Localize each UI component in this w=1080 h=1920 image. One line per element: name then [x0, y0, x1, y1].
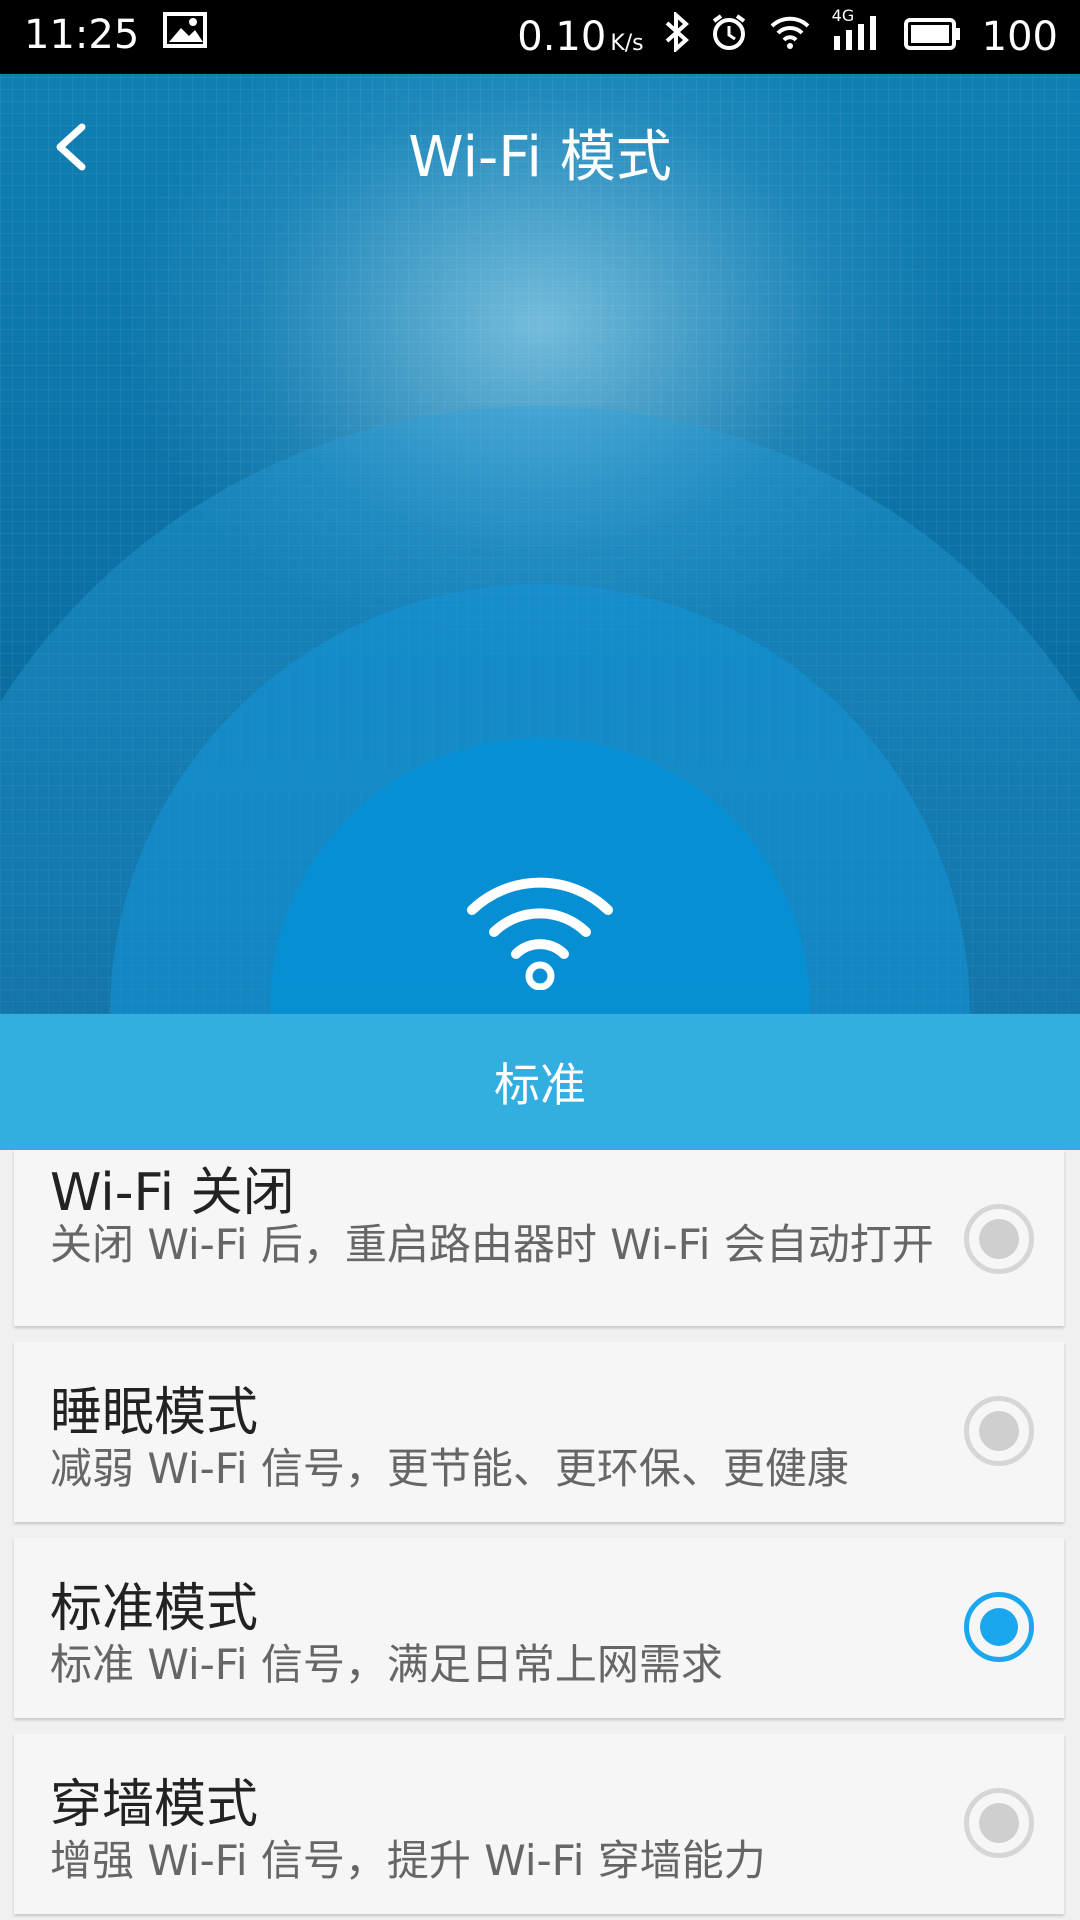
mode-title: 睡眠模式: [50, 1383, 259, 1443]
net-speed-value: 0.10: [517, 14, 607, 60]
wifi-status-icon: [768, 14, 812, 60]
mode-option-standard[interactable]: 标准模式 标准 Wi-Fi 信号，满足日常上网需求: [14, 1538, 1064, 1718]
mode-description: 增强 Wi-Fi 信号，提升 Wi-Fi 穿墙能力: [50, 1836, 766, 1885]
radio-button[interactable]: [964, 1204, 1034, 1274]
radio-button-selected[interactable]: [964, 1592, 1034, 1662]
radio-dot: [979, 1411, 1019, 1451]
mode-description: 关闭 Wi-Fi 后，重启路由器时 Wi-Fi 会自动打开: [50, 1220, 934, 1269]
hero-panel: Wi-Fi 模式: [0, 74, 1080, 1014]
current-mode-banner: 标准: [0, 1014, 1080, 1150]
wifi-icon: [464, 870, 616, 1014]
mode-option-wall-penetration[interactable]: 穿墙模式 增强 Wi-Fi 信号，提升 Wi-Fi 穿墙能力: [14, 1734, 1064, 1914]
mode-option-wifi-off[interactable]: Wi-Fi 关闭 关闭 Wi-Fi 后，重启路由器时 Wi-Fi 会自动打开: [14, 1150, 1064, 1326]
image-icon: [163, 12, 208, 58]
radio-dot: [979, 1219, 1019, 1259]
radio-dot: [979, 1803, 1019, 1843]
page-title: Wi-Fi 模式: [408, 125, 672, 190]
network-type: 4G: [831, 6, 855, 25]
signal-icon: 4G: [832, 6, 884, 62]
mode-description: 标准 Wi-Fi 信号，满足日常上网需求: [50, 1640, 723, 1689]
battery-icon: [903, 14, 962, 60]
battery-level: 100: [981, 14, 1058, 60]
radio-dot: [980, 1608, 1018, 1646]
mode-title: 标准模式: [50, 1579, 259, 1639]
net-speed: 0.10 K/s: [517, 14, 643, 60]
mode-title: Wi-Fi 关闭: [50, 1163, 295, 1223]
mode-option-sleep[interactable]: 睡眠模式 减弱 Wi-Fi 信号，更节能、更环保、更健康: [14, 1342, 1064, 1522]
net-speed-unit: K/s: [610, 31, 644, 56]
alarm-icon: [710, 13, 748, 61]
mode-description: 减弱 Wi-Fi 信号，更节能、更环保、更健康: [50, 1444, 849, 1493]
current-mode-label: 标准: [494, 1058, 586, 1112]
radio-button[interactable]: [964, 1788, 1034, 1858]
status-bar: 11:25 0.10 K/s 4G 100: [0, 0, 1080, 74]
status-time: 11:25: [24, 12, 140, 58]
bluetooth-icon: [664, 10, 690, 62]
radio-button[interactable]: [964, 1396, 1034, 1466]
mode-title: 穿墙模式: [50, 1775, 259, 1835]
